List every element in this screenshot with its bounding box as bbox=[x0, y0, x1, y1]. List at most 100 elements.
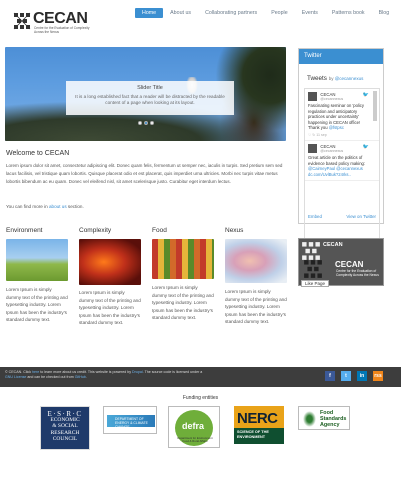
brand-name: CECAN bbox=[33, 10, 88, 27]
category-complexity: Complexity Lorem Ipsum is simply dummy t… bbox=[79, 227, 141, 327]
category-title[interactable]: Complexity bbox=[79, 227, 141, 234]
category-title[interactable]: Food bbox=[152, 227, 214, 234]
nav-collaborating-partners[interactable]: Collaborating partners bbox=[198, 8, 264, 18]
more-prefix: You can find more in bbox=[6, 204, 49, 209]
slider-body: It is a long established fact that a rea… bbox=[75, 94, 225, 105]
welcome-heading: Welcome to CECAN bbox=[6, 150, 70, 157]
tweet-handle: @cecannexus bbox=[320, 97, 344, 101]
like-page-button[interactable]: Like Page bbox=[301, 280, 330, 287]
esrc-line: COUNCIL bbox=[52, 435, 78, 442]
facebook-icon[interactable]: f bbox=[325, 371, 335, 381]
slider-dot-3[interactable] bbox=[150, 121, 154, 125]
decc-text: DEPARTMENT OF ENERGY & CLIMATE CHANGE bbox=[107, 415, 155, 429]
category-image-market[interactable] bbox=[152, 239, 214, 279]
footer-text-b: to learn more about us credit. This webs… bbox=[39, 370, 133, 374]
more-suffix: section. bbox=[66, 204, 84, 209]
cecan-logo-mark-icon bbox=[13, 12, 31, 30]
nerc-logo[interactable]: NERC SCIENCE OF THE ENVIRONMENT bbox=[234, 406, 284, 444]
category-image-hands[interactable] bbox=[225, 239, 287, 283]
footer-link-drupal[interactable]: Drupal bbox=[132, 370, 143, 374]
footer-text-d: and can be checked out from bbox=[26, 374, 75, 379]
decc-logo[interactable]: DEPARTMENT OF ENERGY & CLIMATE CHANGE bbox=[103, 406, 157, 434]
category-text: Lorem Ipsum is simply dummy text of the … bbox=[225, 289, 287, 325]
slider-title: Slider Title bbox=[137, 85, 163, 91]
slider-dot-1[interactable] bbox=[138, 121, 142, 125]
fsa-leaf-icon bbox=[303, 411, 316, 427]
slider-dots bbox=[138, 121, 154, 125]
nav-blog[interactable]: Blog bbox=[372, 8, 397, 18]
tweet-link[interactable]: @CairneyPaul @cecannexus dc.com/UvlBuk?2… bbox=[308, 166, 363, 177]
funding-heading: Funding entities bbox=[182, 395, 219, 401]
footer-text-a: © CECAN. Click bbox=[5, 370, 33, 374]
slider-dot-2[interactable] bbox=[144, 121, 148, 125]
food-standards-agency-logo[interactable]: Food Standards Agency bbox=[298, 406, 350, 430]
twitter-heading: Twitter bbox=[299, 49, 383, 64]
nav-patterns-book[interactable]: Patterns book bbox=[325, 8, 372, 18]
main-nav: Home About us Collaborating partners Peo… bbox=[135, 8, 396, 18]
facebook-widget[interactable]: CECAN CECAN Centre for the Evaluation of… bbox=[298, 238, 384, 287]
facebook-cover-tagline: Centre for the Evaluation of Complexity … bbox=[336, 269, 379, 277]
category-image-fractal[interactable] bbox=[79, 239, 141, 285]
category-environment: Environment Lorem Ipsum is simply dummy … bbox=[6, 227, 68, 324]
nav-events[interactable]: Events bbox=[295, 8, 325, 18]
footer-text: © CECAN. Click here to learn more about … bbox=[5, 370, 205, 379]
welcome-more: You can find more in about us section. bbox=[6, 204, 84, 209]
brand-tagline: Centre for the Evaluation of Complexity … bbox=[34, 26, 90, 34]
category-title[interactable]: Environment bbox=[6, 227, 68, 234]
fsa-line: Agency bbox=[320, 421, 340, 428]
nerc-sub: SCIENCE OF THE ENVIRONMENT bbox=[234, 428, 284, 444]
welcome-intro: Lorem ipsum dolor sit amet, consectetur … bbox=[6, 163, 283, 184]
twitter-footer-links: Embed View on Twitter bbox=[304, 214, 380, 219]
hero-slider[interactable]: Slider Title It is a long established fa… bbox=[5, 47, 286, 141]
facebook-page-name[interactable]: CECAN bbox=[323, 242, 343, 248]
footer-text-e: . bbox=[85, 374, 87, 379]
tweet-actions[interactable]: ♡ ↻ 11 sep bbox=[308, 133, 376, 137]
tweet[interactable]: CECAN @cecannexus 🐦 Fascinating seminar o… bbox=[305, 89, 379, 141]
tweets-by: by bbox=[328, 76, 334, 81]
footer-link-github[interactable]: GitHub bbox=[75, 375, 86, 379]
avatar bbox=[308, 143, 317, 153]
defra-logo[interactable]: defra Department for Environment Food & … bbox=[168, 406, 220, 448]
fsa-text: Food Standards Agency bbox=[320, 410, 346, 428]
facebook-cover-brand: CECAN bbox=[335, 260, 364, 269]
view-on-twitter-link[interactable]: View on Twitter bbox=[346, 214, 376, 219]
category-nexus: Nexus Lorem Ipsum is simply dummy text o… bbox=[225, 227, 287, 326]
twitter-bird-icon: 🐦 bbox=[362, 92, 369, 98]
twitter-handle-link[interactable]: @cecannexus bbox=[335, 76, 364, 81]
footer-text-c: . The source code is licensed under a bbox=[142, 370, 203, 374]
about-us-link[interactable]: about us bbox=[49, 204, 67, 209]
category-title[interactable]: Nexus bbox=[225, 227, 287, 234]
site-footer: © CECAN. Click here to learn more about … bbox=[0, 367, 401, 387]
footer-link-license[interactable]: GNU License bbox=[5, 375, 26, 379]
defra-sub: Department for Environment Food & Rural … bbox=[177, 436, 213, 443]
tweet-body: Great article on the politics of evidenc… bbox=[308, 154, 366, 166]
cecan-logo-mark-icon bbox=[304, 260, 322, 278]
avatar bbox=[308, 92, 317, 101]
category-image-wind-turbine[interactable] bbox=[6, 239, 68, 281]
cecan-logo-mark-icon bbox=[302, 242, 320, 260]
nav-home[interactable]: Home bbox=[135, 8, 164, 18]
category-text: Lorem Ipsum is simply dummy text of the … bbox=[79, 290, 141, 326]
cecan-logo[interactable]: CECAN Centre for the Evaluation of Compl… bbox=[13, 10, 89, 34]
tweet-link[interactable]: @fstpsc bbox=[329, 125, 344, 130]
slider-caption: Slider Title It is a long established fa… bbox=[66, 81, 234, 115]
tweets-label: Tweets bbox=[307, 75, 327, 82]
tweets-title: Tweets by @cecannexus bbox=[307, 75, 363, 82]
category-text: Lorem Ipsum is simply dummy text of the … bbox=[152, 285, 214, 321]
tweet-list[interactable]: CECAN @cecannexus 🐦 Fascinating seminar o… bbox=[304, 88, 380, 253]
nav-people[interactable]: People bbox=[264, 8, 295, 18]
twitter-widget: Twitter Tweets by @cecannexus CECAN @ceca… bbox=[298, 48, 384, 253]
linkedin-icon[interactable]: in bbox=[357, 371, 367, 381]
tweet[interactable]: CECAN @cecannexus 🐦 Great article on the … bbox=[305, 141, 379, 182]
twitter-icon[interactable]: t bbox=[341, 371, 351, 381]
defra-word: defra bbox=[182, 421, 205, 431]
esrc-logo[interactable]: E·S·R·C ECONOMIC & SOCIAL RESEARCH COUNC… bbox=[40, 406, 90, 450]
nav-about-us[interactable]: About us bbox=[163, 8, 198, 18]
nerc-word: NERC bbox=[237, 410, 278, 427]
category-text: Lorem Ipsum is simply dummy text of the … bbox=[6, 287, 68, 323]
tweet-handle: @cecannexus bbox=[320, 148, 344, 153]
rss-icon[interactable]: rss bbox=[373, 371, 383, 381]
embed-link[interactable]: Embed bbox=[308, 214, 322, 219]
category-food: Food Lorem Ipsum is simply dummy text of… bbox=[152, 227, 214, 322]
twitter-bird-icon: 🐦 bbox=[362, 143, 369, 150]
